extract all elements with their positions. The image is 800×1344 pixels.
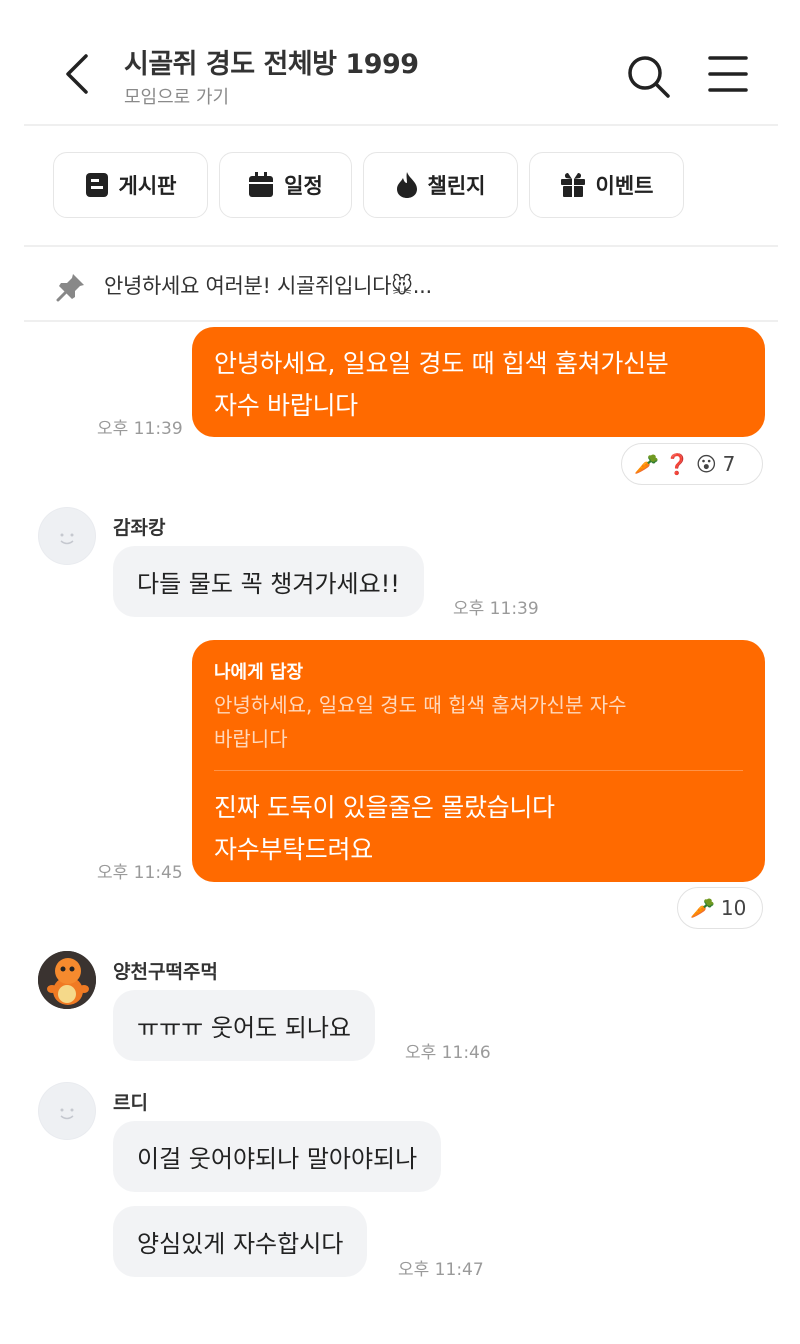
tab-board[interactable]: 게시판 (53, 152, 208, 218)
reaction-pill[interactable]: 🥕 ❓ 😮 7 (621, 443, 763, 485)
sender-name: 양천구떡주먹 (113, 961, 218, 983)
back-arrow-icon[interactable] (58, 52, 98, 96)
go-to-group-link[interactable]: 모임으로 가기 (124, 83, 229, 109)
message-bubble[interactable]: ㅠㅠㅠ 웃어도 되나요 (113, 990, 375, 1061)
tab-schedule-label: 일정 (284, 174, 323, 198)
search-icon[interactable] (624, 52, 672, 100)
tab-event-label: 이벤트 (595, 174, 654, 198)
pin-icon (56, 272, 86, 302)
quoted-message-line: 바랍니다 (214, 727, 288, 751)
message-time: 오후 11:46 (405, 1043, 491, 1063)
reaction-count: 10 (720, 896, 747, 920)
tabs-divider (24, 245, 778, 247)
avatar[interactable] (38, 1082, 96, 1140)
tab-challenge[interactable]: 챌린지 (363, 152, 518, 218)
gift-icon (560, 173, 585, 197)
my-message-bubble[interactable]: 안녕하세요, 일요일 경도 때 힙색 훔쳐가신분 자수 바랍니다 (192, 327, 765, 437)
message-time: 오후 11:39 (453, 599, 539, 619)
tab-schedule[interactable]: 일정 (219, 152, 352, 218)
hamburger-menu-icon[interactable] (704, 52, 752, 96)
message-time: 오후 11:39 (97, 419, 183, 439)
carrot-emoji: 🥕 (634, 452, 659, 476)
tab-challenge-label: 챌린지 (427, 174, 486, 198)
notice-divider (24, 320, 778, 322)
reply-label: 나에게 답장 (214, 662, 304, 683)
chat-room-title[interactable]: 시골쥐 경도 전체방 1999 (124, 42, 419, 81)
tab-event[interactable]: 이벤트 (529, 152, 684, 218)
my-reply-bubble[interactable]: 나에게 답장 안녕하세요, 일요일 경도 때 힙색 훔쳐가신분 자수 바랍니다 … (192, 640, 765, 882)
avatar[interactable] (38, 951, 96, 1009)
reply-separator (214, 770, 743, 771)
quoted-message-line: 안녕하세요, 일요일 경도 때 힙색 훔쳐가신분 자수 (214, 693, 627, 717)
question-emoji: ❓ (664, 452, 690, 476)
reaction-count: 7 (722, 452, 736, 476)
sender-name: 감좌캉 (113, 517, 166, 539)
message-line: 자수 바랍니다 (214, 391, 358, 420)
board-icon (85, 173, 108, 197)
pinned-notice[interactable]: 안녕하세요 여러분! 시골쥐입니다🐭... (104, 270, 432, 300)
flame-icon (396, 172, 417, 198)
avatar[interactable] (38, 507, 96, 565)
sender-name: 르디 (113, 1092, 148, 1114)
reaction-pill[interactable]: 🥕 10 (677, 887, 763, 929)
header-divider (24, 124, 778, 126)
message-line: 자수부탁드려요 (214, 835, 373, 864)
message-time: 오후 11:45 (97, 863, 183, 883)
surprised-emoji: 😮 (695, 452, 717, 476)
carrot-emoji: 🥕 (690, 896, 715, 920)
message-bubble[interactable]: 이걸 웃어야되나 말아야되나 (113, 1121, 442, 1192)
message-line: 안녕하세요, 일요일 경도 때 힙색 훔쳐가신분 (214, 349, 669, 378)
calendar-icon (249, 172, 274, 197)
message-line: 진짜 도둑이 있을줄은 몰랐습니다 (214, 793, 555, 822)
message-bubble[interactable]: 다들 물도 꼭 챙겨가세요!! (113, 546, 424, 617)
message-time: 오후 11:47 (398, 1260, 484, 1280)
message-bubble[interactable]: 양심있게 자수합시다 (113, 1206, 368, 1277)
tab-board-label: 게시판 (118, 174, 177, 198)
chat-header: 시골쥐 경도 전체방 1999 모임으로 가기 (0, 0, 800, 126)
